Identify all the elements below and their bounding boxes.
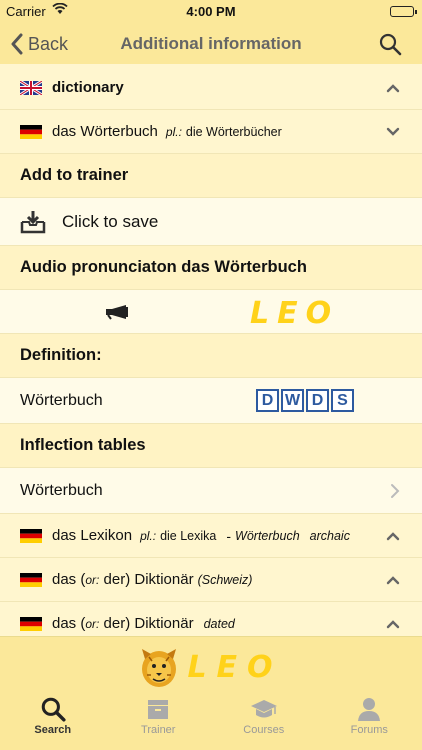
or-label: or: xyxy=(85,616,100,631)
entry-row-german[interactable]: das Wörterbuch pl.: die Wörterbücher xyxy=(0,110,422,154)
page-title: Additional information xyxy=(120,34,302,53)
tab-label: Courses xyxy=(243,724,285,736)
leo-lion-icon xyxy=(142,649,177,687)
related-row-diktionar-schweiz[interactable]: das ( or: der) Diktionär (Schweiz) xyxy=(0,558,422,602)
inflection-term: Wörterbuch xyxy=(20,481,103,499)
search-icon xyxy=(379,33,402,56)
trainer-header-label: Add to trainer xyxy=(20,166,129,184)
german-flag-icon xyxy=(20,616,42,631)
german-flag-icon xyxy=(20,528,42,543)
related-row-lexikon[interactable]: das Lexikon pl.: die Lexika - Wörterbuch… xyxy=(0,514,422,558)
tab-trainer[interactable]: Trainer xyxy=(106,696,212,748)
trainer-section-header: Add to trainer xyxy=(0,154,422,198)
person-icon xyxy=(358,698,381,721)
download-tray-icon xyxy=(20,210,46,233)
related-row-diktionar-dated[interactable]: das ( or: der) Diktionär dated xyxy=(0,602,422,636)
leo-audio-logo[interactable]: LEO xyxy=(250,296,339,331)
related-term: das Lexikon xyxy=(52,527,133,544)
chevron-up-icon[interactable] xyxy=(386,575,400,585)
tab-forums[interactable]: Forums xyxy=(317,696,422,748)
tab-list: Search Trainer Courses Forums xyxy=(0,696,422,748)
save-to-trainer-row[interactable]: Click to save xyxy=(0,198,422,246)
chevron-up-icon[interactable] xyxy=(386,531,400,541)
audio-header-label: Audio pronunciaton das Wörterbuch xyxy=(20,258,307,276)
status-time: 4:00 PM xyxy=(186,4,236,19)
usage-note: dated xyxy=(203,616,235,631)
megaphone-icon[interactable] xyxy=(104,304,130,320)
chevron-up-icon[interactable] xyxy=(386,619,400,629)
navigation-bar: Back Additional information xyxy=(0,24,422,64)
brand-banner: LEO xyxy=(0,645,422,689)
plural-label: pl.: xyxy=(140,528,157,543)
tab-label: Forums xyxy=(350,724,388,736)
leo-brand-logo: LEO xyxy=(187,649,283,685)
english-term: dictionary xyxy=(52,79,124,96)
usage-note: archaic xyxy=(309,528,350,543)
tab-search[interactable]: Search xyxy=(0,696,106,748)
search-icon xyxy=(41,697,66,722)
reference-term: Wörterbuch xyxy=(235,528,300,543)
chevron-right-icon xyxy=(391,483,400,498)
tab-label: Trainer xyxy=(141,724,176,736)
content-list[interactable]: dictionary das Wörterbuch pl.: die Wörte… xyxy=(0,66,422,636)
definition-term: Wörterbuch xyxy=(20,391,103,409)
dwds-letter: D xyxy=(306,389,329,412)
trainer-box-icon xyxy=(148,700,169,719)
chevron-up-icon[interactable] xyxy=(386,83,400,93)
audio-section-header: Audio pronunciaton das Wörterbuch xyxy=(0,246,422,290)
usage-note: (Schweiz) xyxy=(197,572,253,587)
plural-value: die Lexika xyxy=(160,528,217,543)
dash-separator: - xyxy=(226,527,232,544)
related-term-part: der) Diktionär xyxy=(99,571,194,588)
audio-row: LEO xyxy=(0,290,422,334)
search-button[interactable] xyxy=(378,32,402,61)
or-label: or: xyxy=(85,572,100,587)
definition-section-header: Definition: xyxy=(0,334,422,378)
dwds-letter: W xyxy=(281,389,304,412)
tab-bar: LEO Search Trainer Courses Forums xyxy=(0,636,422,750)
battery-icon xyxy=(390,6,417,17)
tab-label: Search xyxy=(34,724,72,736)
dwds-logo[interactable]: D W D S xyxy=(256,389,354,412)
definition-header-label: Definition: xyxy=(20,346,102,364)
german-flag-icon xyxy=(20,124,42,139)
related-term-part: das ( xyxy=(52,615,86,632)
inflection-header-label: Inflection tables xyxy=(20,436,146,454)
entry-row-english[interactable]: dictionary xyxy=(0,66,422,110)
uk-flag-icon xyxy=(20,80,42,95)
german-flag-icon xyxy=(20,572,42,587)
inflection-section-header: Inflection tables xyxy=(0,424,422,468)
german-term: das Wörterbuch xyxy=(52,123,158,140)
plural-value: die Wörterbücher xyxy=(185,124,282,139)
inflection-row[interactable]: Wörterbuch xyxy=(0,468,422,514)
plural-label: pl.: xyxy=(165,124,182,139)
chevron-down-icon[interactable] xyxy=(386,127,400,137)
save-label: Click to save xyxy=(62,211,159,231)
status-bar: Carrier 4:00 PM xyxy=(0,0,422,24)
tab-courses[interactable]: Courses xyxy=(211,696,317,748)
definition-row[interactable]: Wörterbuch D W D S xyxy=(0,378,422,424)
related-term-part: das ( xyxy=(52,571,86,588)
graduation-cap-icon xyxy=(250,700,277,718)
dwds-letter: D xyxy=(256,389,279,412)
dwds-letter: S xyxy=(331,389,354,412)
related-term-part: der) Diktionär xyxy=(99,615,194,632)
